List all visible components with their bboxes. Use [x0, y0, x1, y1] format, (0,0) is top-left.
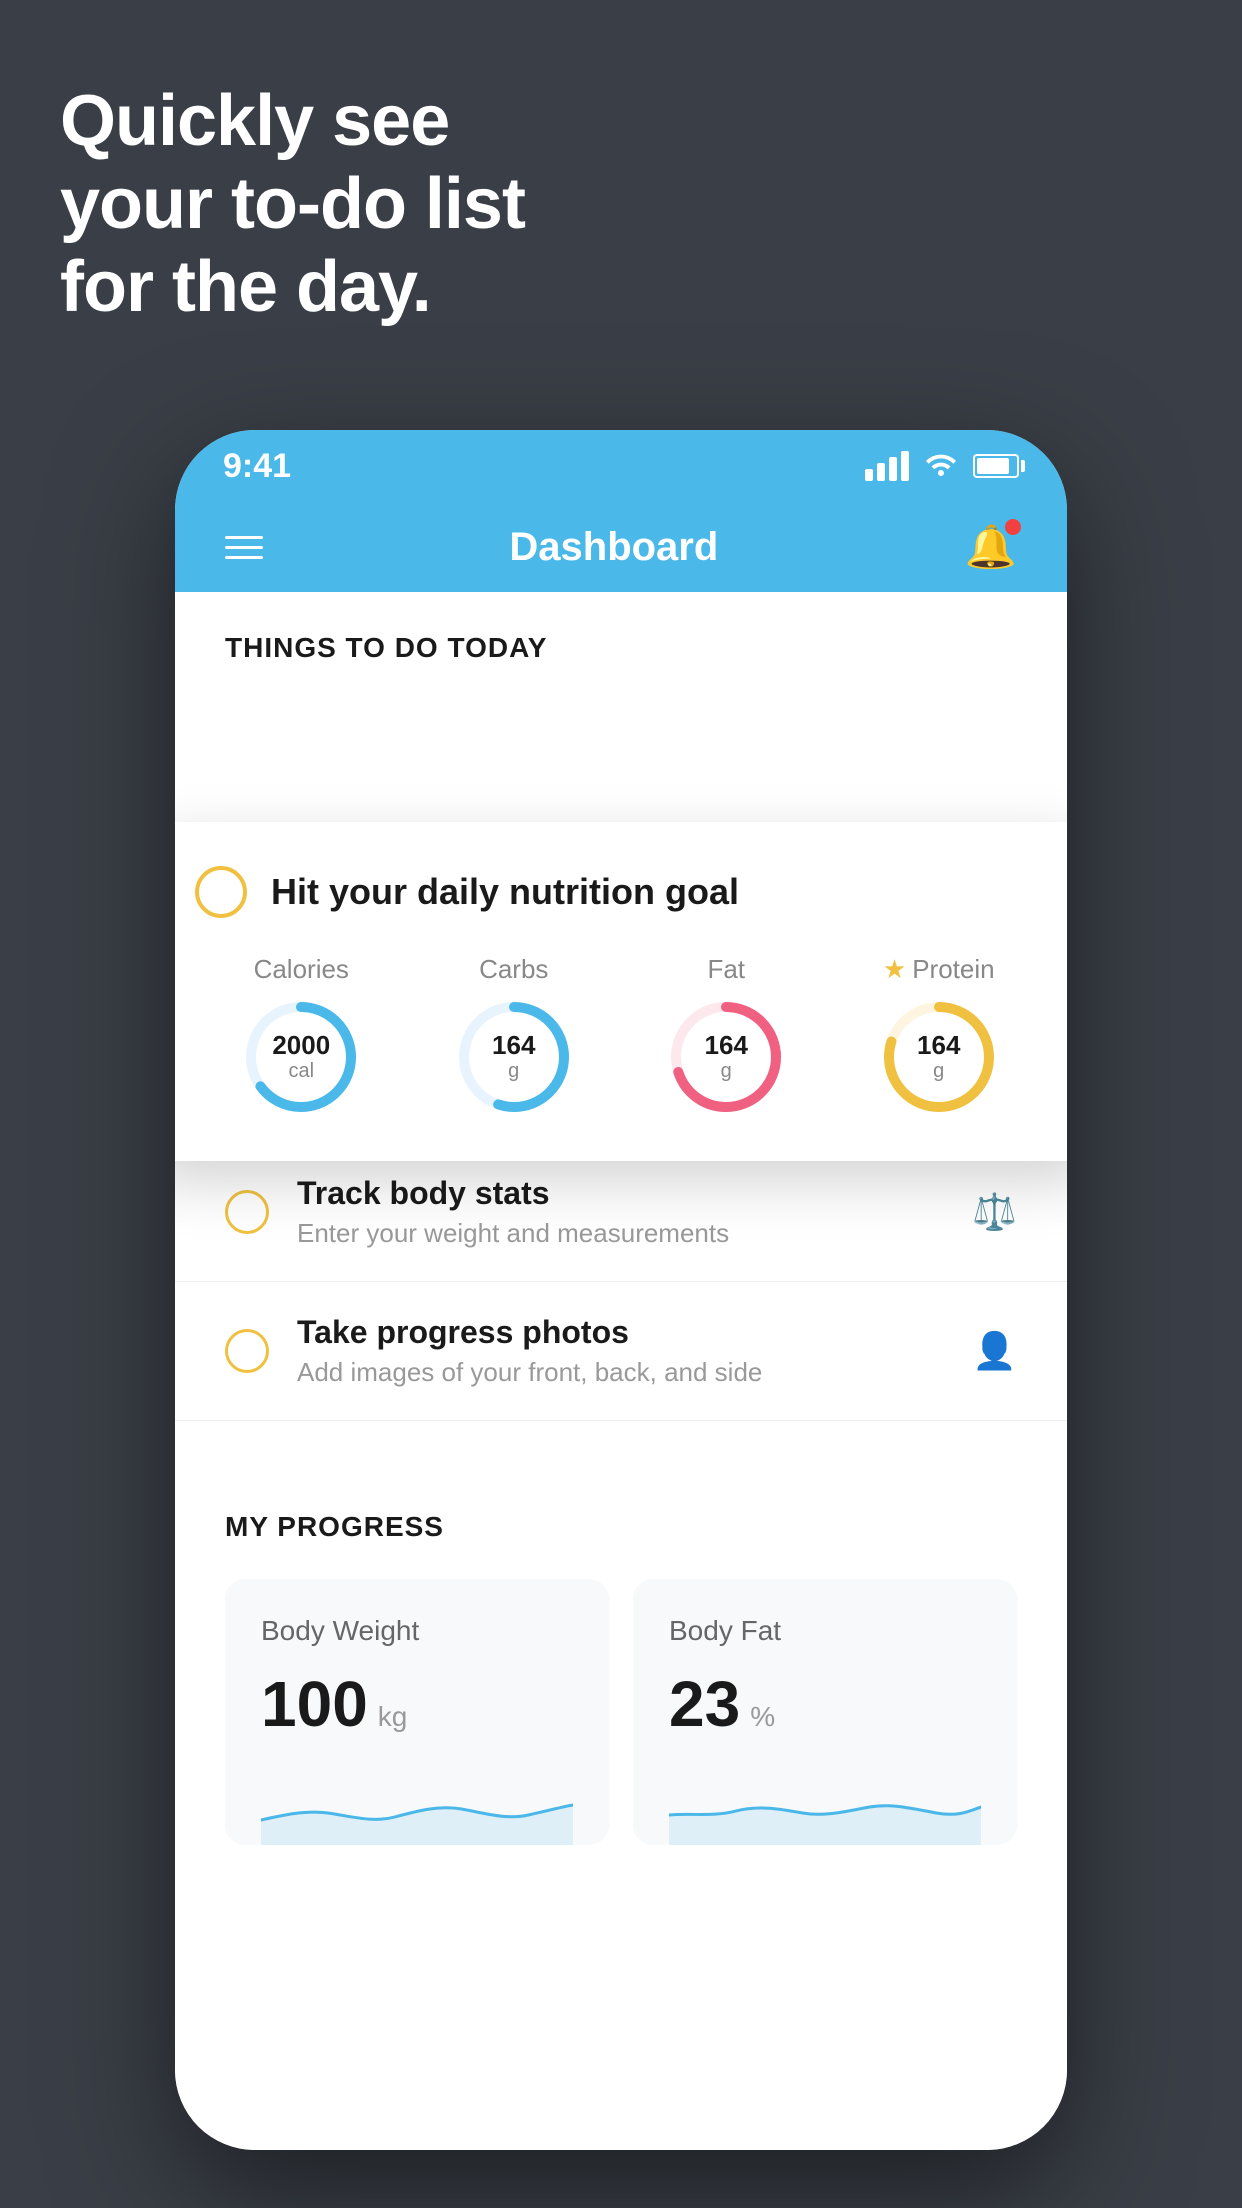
protein-donut: 164 g [879, 997, 999, 1117]
status-time: 9:41 [223, 447, 291, 486]
track-body-text: Track body stats Enter your weight and m… [297, 1175, 944, 1249]
nav-bar: Dashboard 🔔 [175, 502, 1067, 592]
phone-mockup: 9:41 Dashboard 🔔 THINGS TO DO TODAY [175, 430, 1067, 2150]
fat-unit: g [705, 1060, 748, 1083]
progress-section: MY PROGRESS Body Weight 100 kg [175, 1461, 1067, 1885]
track-body-subtitle: Enter your weight and measurements [297, 1218, 944, 1249]
card-header: Hit your daily nutrition goal [195, 866, 1045, 918]
photos-subtitle: Add images of your front, back, and side [297, 1357, 944, 1388]
todo-item-track-body[interactable]: Track body stats Enter your weight and m… [175, 1143, 1067, 1282]
carbs-donut: 164 g [454, 997, 574, 1117]
body-fat-value-container: 23 % [669, 1667, 981, 1741]
headline-line1: Quickly see [60, 80, 525, 163]
menu-button[interactable] [225, 536, 263, 559]
fat-donut: 164 g [666, 997, 786, 1117]
nav-title: Dashboard [509, 525, 718, 570]
calories-unit: cal [272, 1060, 330, 1083]
body-weight-card[interactable]: Body Weight 100 kg [225, 1579, 609, 1845]
body-fat-title: Body Fat [669, 1615, 981, 1647]
star-icon: ★ [883, 954, 906, 985]
nutrition-carbs: Carbs 164 g [454, 954, 574, 1117]
headline-line3: for the day. [60, 246, 525, 329]
todo-item-progress-photos[interactable]: Take progress photos Add images of your … [175, 1282, 1067, 1421]
carbs-value: 164 [492, 1031, 535, 1060]
signal-icon [865, 451, 909, 481]
status-bar: 9:41 [175, 430, 1067, 502]
protein-value: 164 [917, 1031, 960, 1060]
headline: Quickly see your to-do list for the day. [60, 80, 525, 328]
fat-label: Fat [707, 954, 745, 985]
nutrition-card-title: Hit your daily nutrition goal [271, 871, 739, 913]
calories-donut: 2000 cal [241, 997, 361, 1117]
photos-title: Take progress photos [297, 1314, 944, 1351]
phone-content: THINGS TO DO TODAY Hit your daily nutrit… [175, 592, 1067, 2150]
calories-value: 2000 [272, 1031, 330, 1060]
notification-button[interactable]: 🔔 [965, 523, 1017, 572]
carbs-unit: g [492, 1060, 535, 1083]
nutrition-circles: Calories 2000 cal Carbs [195, 954, 1045, 1117]
nutrition-card: Hit your daily nutrition goal Calories 2… [175, 822, 1067, 1161]
protein-label: Protein [912, 954, 994, 985]
body-fat-number: 23 [669, 1667, 740, 1741]
photos-text: Take progress photos Add images of your … [297, 1314, 944, 1388]
progress-header: MY PROGRESS [225, 1511, 1017, 1543]
nutrition-fat: Fat 164 g [666, 954, 786, 1117]
fat-value: 164 [705, 1031, 748, 1060]
nutrition-check-circle[interactable] [195, 866, 247, 918]
body-weight-chart [261, 1765, 573, 1845]
carbs-label: Carbs [479, 954, 548, 985]
track-body-check-circle [225, 1190, 269, 1234]
scale-icon: ⚖️ [972, 1191, 1017, 1233]
wifi-icon [923, 448, 959, 484]
body-weight-title: Body Weight [261, 1615, 573, 1647]
progress-cards: Body Weight 100 kg Body Fat [225, 1579, 1017, 1845]
nutrition-calories: Calories 2000 cal [241, 954, 361, 1117]
photos-check-circle [225, 1329, 269, 1373]
body-fat-chart [669, 1765, 981, 1845]
battery-icon [973, 454, 1019, 478]
body-fat-unit: % [750, 1701, 775, 1733]
headline-line2: your to-do list [60, 163, 525, 246]
body-weight-unit: kg [378, 1701, 408, 1733]
person-icon: 👤 [972, 1330, 1017, 1372]
nutrition-protein: ★ Protein 164 g [879, 954, 999, 1117]
body-weight-value-container: 100 kg [261, 1667, 573, 1741]
track-body-title: Track body stats [297, 1175, 944, 1212]
body-weight-number: 100 [261, 1667, 368, 1741]
things-header: THINGS TO DO TODAY [175, 592, 1067, 684]
notification-dot [1005, 519, 1021, 535]
protein-unit: g [917, 1060, 960, 1083]
calories-label: Calories [254, 954, 349, 985]
body-fat-card[interactable]: Body Fat 23 % [633, 1579, 1017, 1845]
status-icons [865, 448, 1019, 484]
protein-label-container: ★ Protein [883, 954, 995, 985]
